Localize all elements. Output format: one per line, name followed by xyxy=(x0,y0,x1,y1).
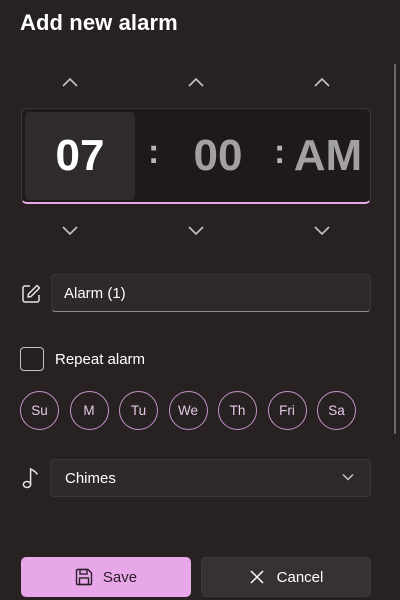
save-label: Save xyxy=(102,568,138,586)
music-note-icon xyxy=(22,467,38,489)
time-picker: 07 : 00 : AM xyxy=(21,108,371,204)
chevron-up-icon xyxy=(188,77,204,87)
sound-selected-value: Chimes xyxy=(65,469,116,487)
save-icon xyxy=(75,568,93,586)
day-selector: Su M Tu We Th Fri Sa xyxy=(20,391,356,430)
minute-decrease-button[interactable] xyxy=(186,223,206,237)
repeat-alarm-label: Repeat alarm xyxy=(55,350,146,368)
day-toggle-thursday[interactable]: Th xyxy=(218,391,257,430)
dialog-title: Add new alarm xyxy=(20,10,178,35)
chevron-down-icon xyxy=(314,225,330,235)
alarm-name-input[interactable]: Alarm (1) xyxy=(51,274,371,312)
chevron-down-icon xyxy=(188,225,204,235)
day-toggle-wednesday[interactable]: We xyxy=(168,391,208,430)
chevron-up-icon xyxy=(314,77,330,87)
checkbox-box[interactable] xyxy=(20,347,44,371)
save-button[interactable]: Save xyxy=(21,557,191,597)
hour-value[interactable]: 07 xyxy=(25,112,135,200)
period-value[interactable]: AM xyxy=(284,112,370,200)
sound-dropdown[interactable]: Chimes xyxy=(50,459,371,497)
close-icon xyxy=(250,570,264,584)
day-toggle-saturday[interactable]: Sa xyxy=(317,391,356,430)
cancel-label: Cancel xyxy=(276,568,324,586)
scrollbar[interactable] xyxy=(394,64,396,434)
period-decrease-button[interactable] xyxy=(312,223,332,237)
repeat-alarm-checkbox[interactable]: Repeat alarm xyxy=(20,347,145,371)
cancel-button[interactable]: Cancel xyxy=(201,557,371,597)
period-increase-button[interactable] xyxy=(312,75,332,89)
time-separator: : xyxy=(148,133,160,171)
chevron-up-icon xyxy=(62,77,78,87)
hour-increase-button[interactable] xyxy=(60,75,80,89)
chevron-down-icon xyxy=(62,225,78,235)
day-toggle-monday[interactable]: M xyxy=(69,391,109,430)
day-toggle-sunday[interactable]: Su xyxy=(20,391,59,430)
day-toggle-friday[interactable]: Fri xyxy=(267,391,307,430)
alarm-name-value: Alarm (1) xyxy=(64,284,126,302)
hour-decrease-button[interactable] xyxy=(60,223,80,237)
day-toggle-tuesday[interactable]: Tu xyxy=(119,391,158,430)
edit-icon xyxy=(22,284,41,303)
minute-increase-button[interactable] xyxy=(186,75,206,89)
minute-value[interactable]: 00 xyxy=(162,112,274,200)
chevron-down-icon xyxy=(342,473,354,481)
